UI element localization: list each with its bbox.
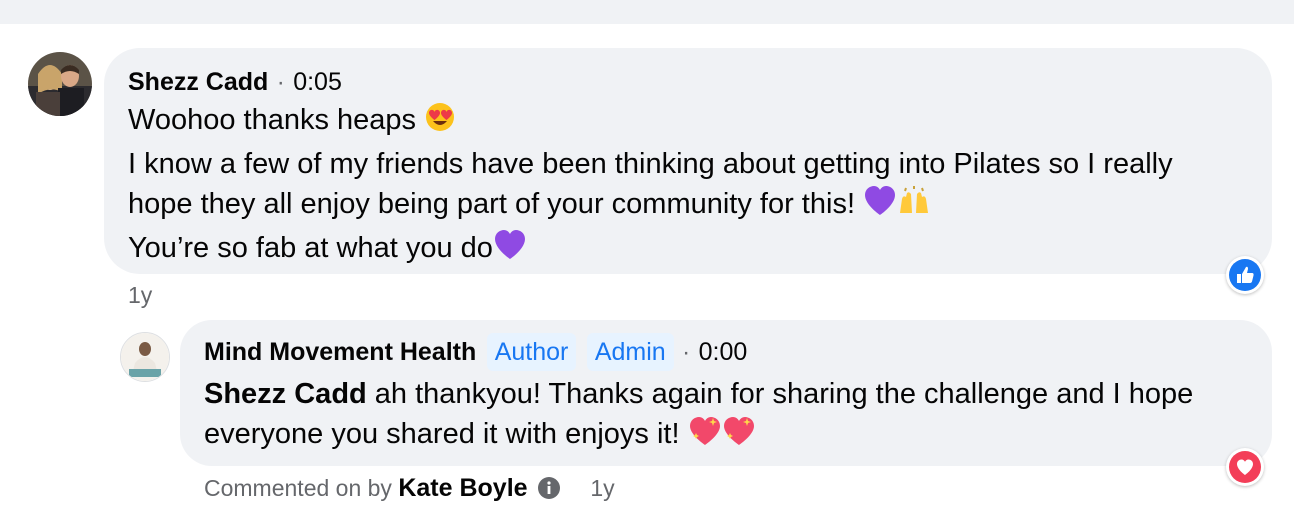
love-reaction-icon[interactable]	[1226, 448, 1264, 486]
reply-bubble: Mind Movement Health Author Admin · 0:00…	[180, 320, 1272, 466]
like-reaction-icon[interactable]	[1226, 256, 1264, 294]
separator-dot: ·	[276, 69, 285, 96]
shezz-cadd-avatar[interactable]	[28, 52, 92, 116]
reply-line-2: everyone you shared it with enjoys it!	[204, 414, 1248, 458]
commented-on-by-line: Commented on by Kate Boyle 1y	[204, 474, 615, 505]
sparkling-heart-emoji	[688, 415, 722, 458]
sparkling-heart-emoji	[722, 415, 756, 458]
top-separator-band	[0, 0, 1294, 24]
admin-badge: Admin	[586, 333, 674, 371]
purple-heart-emoji	[493, 229, 527, 272]
comment-bubble: Shezz Cadd · 0:05 Woohoo thanks heaps I …	[104, 48, 1272, 274]
commented-on-by-label: Commented on by	[204, 475, 392, 501]
comment-line-1: Woohoo thanks heaps	[128, 100, 1248, 144]
reply-author-name[interactable]: Mind Movement Health	[204, 338, 476, 366]
comment-line-4: You’re so fab at what you do	[128, 228, 1248, 272]
info-icon[interactable]	[537, 477, 560, 505]
heart-eyes-emoji	[424, 101, 456, 144]
comment-line-3: hope they all enjoy being part of your c…	[128, 184, 1248, 228]
mention-link[interactable]: Shezz Cadd	[204, 378, 367, 410]
author-badge: Author	[486, 333, 577, 371]
reply-age[interactable]: 1y	[590, 475, 614, 501]
purple-heart-emoji	[863, 185, 897, 228]
mind-movement-health-avatar[interactable]	[120, 332, 170, 382]
comment-age[interactable]: 1y	[128, 282, 152, 309]
separator-dot: ·	[682, 339, 691, 366]
comment-author-name[interactable]: Shezz Cadd	[128, 68, 268, 96]
comment-line-2: I know a few of my friends have been thi…	[128, 148, 1173, 180]
kate-boyle-link[interactable]: Kate Boyle	[398, 474, 527, 502]
raising-hands-emoji	[897, 185, 931, 228]
reply-line-1: Shezz Cadd ah thankyou! Thanks again for…	[204, 378, 1194, 410]
comment-timestamp[interactable]: 0:05	[293, 68, 342, 96]
reply-timestamp[interactable]: 0:00	[699, 338, 748, 366]
